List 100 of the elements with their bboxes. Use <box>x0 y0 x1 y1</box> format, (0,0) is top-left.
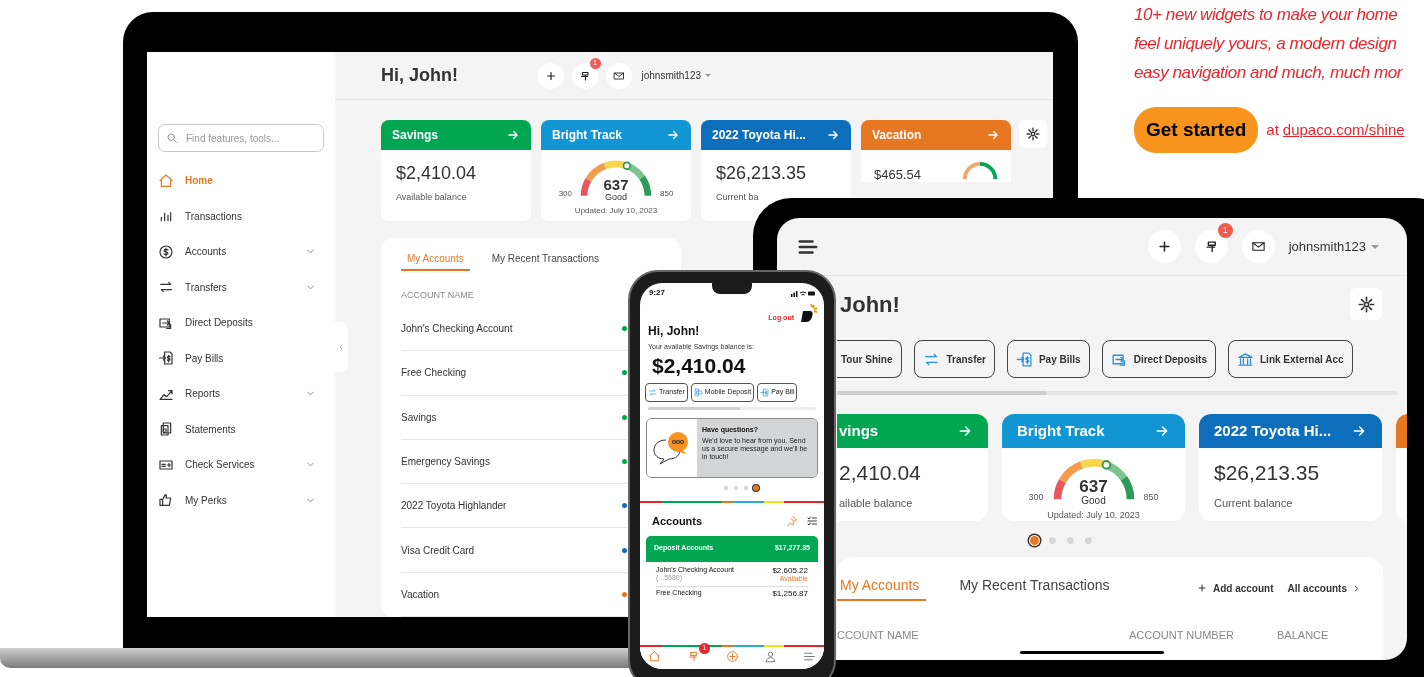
nav-item[interactable]: Accounts <box>158 234 324 270</box>
balance-amount: $26,213.35 <box>716 164 808 183</box>
settings-button[interactable] <box>1019 120 1047 149</box>
messages-button[interactable] <box>605 62 632 89</box>
search-field[interactable]: Find features, tools... <box>158 124 324 152</box>
account-name: 2022 Toyota Highlander <box>401 499 508 514</box>
account-name: John's Checking Account <box>401 322 514 337</box>
widget-card[interactable]: Bright Track 300 637 Good 850 Updated: July 10, 2023 <box>1002 414 1185 521</box>
score-min: 300 <box>558 188 572 201</box>
score-max: 850 <box>660 188 674 201</box>
widget-header[interactable]: 2022 Toyota Hi... <box>1199 414 1382 448</box>
search-icon <box>166 132 178 144</box>
balance-amount: $465.54 <box>874 168 921 182</box>
add-button[interactable] <box>1147 230 1181 263</box>
notifications-button[interactable] <box>571 62 598 89</box>
quick-action-button[interactable]: Transfer <box>914 340 995 378</box>
plus-icon <box>1156 239 1172 254</box>
widget-card[interactable]: 2022 Toyota Hi... $26,213.35 Current balance <box>1199 414 1382 521</box>
column-header: CCOUNT NAME <box>837 628 920 643</box>
user-menu[interactable]: johnsmith123 <box>1288 236 1379 257</box>
balance-caption: Current balance <box>1214 496 1294 511</box>
plus-icon <box>1196 583 1207 593</box>
account-balance: $1,256.87 <box>772 588 808 598</box>
nav-item[interactable]: My Perks <box>158 482 324 518</box>
balance-caption: Current ba <box>716 191 760 205</box>
chevron-left-icon <box>337 343 345 351</box>
pin-icon <box>786 515 798 528</box>
score-rating: Good <box>1081 496 1106 506</box>
arrow-right-icon <box>1154 423 1170 439</box>
settings-icon <box>1357 295 1375 313</box>
account-name: Emergency Savings <box>401 454 491 469</box>
messages-button[interactable] <box>1241 230 1275 263</box>
nav-item[interactable]: Pay Bills <box>158 340 324 376</box>
balance-caption: ailable balance <box>839 496 914 511</box>
home-icon <box>158 172 174 189</box>
arrow-right-icon <box>1351 423 1367 439</box>
add-button[interactable] <box>537 62 564 89</box>
nav-item[interactable]: Direct Deposits <box>158 305 324 341</box>
updated-text: Updated: July 10, 2023 <box>573 205 659 218</box>
quick-action-button[interactable]: Tour Shine <box>837 340 903 378</box>
nav-item[interactable]: Transactions <box>158 198 324 234</box>
quick-action-button[interactable]: Pay Bills <box>1006 340 1090 378</box>
plus-circle-icon <box>725 650 739 663</box>
dollar-circle-icon <box>158 243 174 260</box>
score-value: 637 <box>1079 478 1108 495</box>
all-accounts-link[interactable]: All accounts <box>1287 580 1361 596</box>
thumbs-up-icon <box>158 492 174 509</box>
balance-amount: $26,213.35 <box>1214 462 1321 483</box>
widget-card[interactable]: Vacation $465.54 <box>861 120 1011 183</box>
updated-text: Updated: July 10, 2023 <box>1046 509 1141 521</box>
widget-card[interactable]: Savings $2,410.04 Available balance <box>381 120 531 222</box>
arrow-right-icon <box>957 423 973 439</box>
progress-ring <box>961 160 999 181</box>
accounts-heading: Accounts <box>652 514 703 529</box>
quick-action-button[interactable]: Direct Deposits <box>1101 340 1216 378</box>
greeting: Hi, John! <box>647 322 701 340</box>
link[interactable]: dupaco.com/shine <box>1282 118 1405 142</box>
sort-icon <box>806 515 818 528</box>
tab[interactable]: My Recent Transactions <box>959 575 1110 601</box>
balance-amount: 2,410.04 <box>839 462 922 483</box>
account-name: Visa Credit Card <box>401 543 476 558</box>
status-time: 9:27 <box>649 287 665 299</box>
user-menu[interactable]: johnsmith123 <box>641 68 711 84</box>
bank-icon <box>1237 350 1254 368</box>
plus-icon <box>544 69 557 82</box>
phone-notch <box>712 283 752 294</box>
quick-action-button[interactable]: Link External Acc <box>1228 340 1353 378</box>
settings-icon <box>1026 127 1040 142</box>
nav-item[interactable]: Reports <box>158 376 324 412</box>
greeting: John! <box>840 290 900 319</box>
headline: 10+ new widgets to make your home feel uniquely yours, a modern design easy navigation and much, much mor <box>1134 4 1404 84</box>
widget-header[interactable]: 2022 Toyota Hi... <box>701 120 851 151</box>
person-icon <box>764 650 778 663</box>
get-started-button[interactable]: Get started <box>1134 107 1259 153</box>
flag-icon <box>578 69 591 82</box>
account-name: Savings <box>401 410 438 425</box>
widget-card[interactable]: Bright Track 300 637 Good 850 Updated: July 10, 2023 <box>541 120 691 222</box>
account-name: Vacation <box>401 587 441 602</box>
bill-icon <box>158 350 174 367</box>
balance-caption: Available balance <box>396 191 468 205</box>
menu-icon <box>803 650 816 663</box>
phone-deposit-icon <box>693 388 703 397</box>
cta-prefix: at <box>1266 119 1279 140</box>
settings-button[interactable] <box>1350 288 1382 320</box>
nav-item[interactable]: Statements <box>158 411 324 447</box>
nav-item[interactable]: Transfers <box>158 269 324 305</box>
documents-icon <box>158 421 174 438</box>
nav-item[interactable]: Check Services <box>158 447 324 483</box>
flag-icon <box>686 650 700 663</box>
balance-amount: $2,410.04 <box>396 164 478 183</box>
column-header: ACCOUNT NUMBER <box>1129 628 1235 643</box>
balance-amount: $2,410.04 <box>651 354 747 378</box>
mail-icon <box>612 69 625 82</box>
tab[interactable]: My Recent Transactions <box>491 251 599 272</box>
mail-icon <box>1250 239 1266 254</box>
widget-card[interactable]: vings 2,410.04 ailable balance <box>837 414 988 521</box>
score-value: 637 <box>603 177 629 193</box>
bill-icon <box>760 388 770 397</box>
column-header: ACCOUNT NAME <box>401 289 475 303</box>
add-account-link[interactable]: Add account <box>1196 580 1274 596</box>
